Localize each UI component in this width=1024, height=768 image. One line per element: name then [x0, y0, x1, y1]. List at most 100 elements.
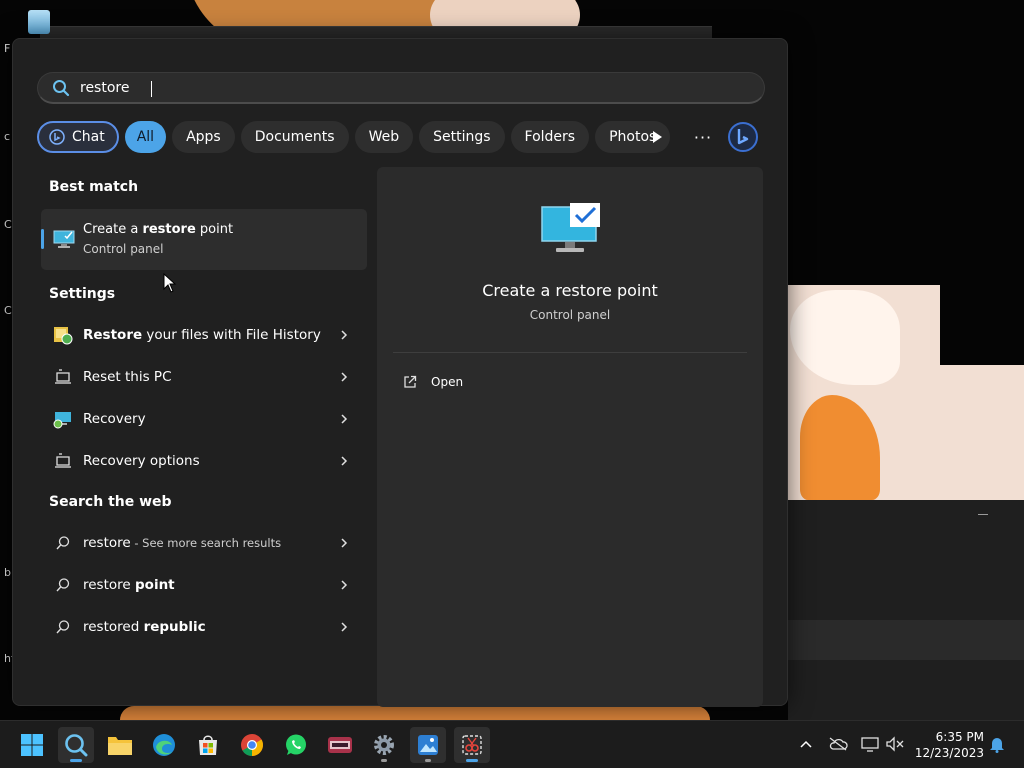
search-filters: Chat All Apps Documents Web Settings Fol…	[37, 120, 676, 154]
search-icon	[53, 533, 73, 553]
settings-item-label: Recovery options	[83, 453, 200, 469]
play-icon	[653, 131, 662, 143]
web-result-item[interactable]: restored republic	[41, 607, 367, 647]
desktop-icon-label: C	[4, 218, 12, 231]
open-external-icon	[404, 375, 417, 388]
more-options-button[interactable]: ···	[689, 123, 717, 151]
recycle-bin-icon[interactable]	[28, 10, 50, 34]
filter-folders[interactable]: Folders	[510, 121, 590, 153]
clock-date: 12/23/2023	[914, 746, 984, 760]
volume-button[interactable]	[884, 733, 906, 755]
selection-indicator	[41, 229, 44, 249]
best-match-heading: Best match	[49, 179, 139, 195]
snipping-tool-button[interactable]	[454, 727, 490, 763]
network-icon	[861, 737, 879, 752]
divider	[393, 352, 747, 353]
whatsapp-button[interactable]	[278, 727, 314, 763]
open-button[interactable]: Open	[403, 371, 463, 393]
preview-subtitle: Control panel	[529, 308, 611, 322]
filter-all[interactable]: All	[124, 121, 167, 153]
onedrive-button[interactable]	[827, 733, 849, 755]
desktop-icon-label: c	[4, 130, 11, 143]
store-button[interactable]	[190, 727, 226, 763]
settings-item-recovery[interactable]: Recovery	[41, 399, 367, 439]
filter-apps[interactable]: Apps	[172, 121, 235, 153]
chevron-right-icon	[341, 414, 348, 424]
search-icon	[53, 575, 73, 595]
photos-icon	[418, 735, 438, 755]
web-result-label: restore - See more search results	[83, 535, 282, 551]
filter-settings[interactable]: Settings	[419, 121, 505, 153]
chevron-right-icon	[341, 456, 348, 466]
settings-item-file-history[interactable]: Restore your files with File History	[41, 315, 367, 355]
chevron-right-icon	[341, 330, 348, 340]
settings-item-label: Restore your files with File History	[83, 327, 321, 343]
web-result-item[interactable]: restore - See more search results	[41, 523, 367, 563]
file-explorer-button[interactable]	[102, 727, 138, 763]
best-match-item[interactable]: Create a restore point Control panel	[41, 209, 367, 270]
search-icon	[53, 617, 73, 637]
chrome-button[interactable]	[234, 727, 270, 763]
wallpaper-art	[120, 706, 710, 720]
store-icon	[199, 735, 217, 755]
game-icon	[328, 737, 352, 753]
bing-icon[interactable]	[727, 121, 759, 153]
mouse-cursor-icon	[163, 273, 177, 293]
search-icon	[65, 734, 88, 757]
chat-label: Chat	[72, 129, 105, 145]
bell-icon	[990, 738, 1004, 753]
chrome-icon	[241, 734, 263, 756]
filter-web[interactable]: Web	[354, 121, 414, 153]
settings-item-label: Reset this PC	[83, 369, 172, 385]
minimize-icon	[978, 514, 988, 515]
notifications-button[interactable]	[986, 733, 1008, 755]
folder-icon	[108, 737, 132, 755]
settings-button[interactable]	[366, 727, 402, 763]
recovery-options-icon	[53, 451, 73, 471]
windows-logo-icon	[21, 734, 43, 756]
clock-time: 6:35 PM	[935, 730, 984, 744]
volume-muted-icon	[886, 736, 904, 752]
chevron-right-icon	[341, 580, 348, 590]
best-match-subtitle: Control panel	[83, 242, 164, 256]
settings-heading: Settings	[49, 286, 116, 302]
computer-check-icon	[53, 230, 75, 248]
taskbar: 6:35 PM 12/23/2023	[0, 720, 1024, 768]
network-button[interactable]	[859, 733, 881, 755]
reset-pc-icon	[53, 367, 73, 387]
start-button[interactable]	[14, 727, 50, 763]
preview-title: Create a restore point	[482, 281, 658, 300]
web-result-label: restored republic	[83, 619, 206, 635]
file-history-icon	[53, 325, 73, 345]
search-icon	[53, 79, 70, 96]
chevron-right-icon	[341, 372, 348, 382]
cloud-off-icon	[829, 737, 848, 751]
wallpaper-art	[940, 285, 1024, 365]
web-result-item[interactable]: restore point	[41, 565, 367, 605]
taskbar-search-button[interactable]	[58, 727, 94, 763]
chevron-right-icon	[341, 538, 348, 548]
text-caret	[151, 81, 152, 97]
settings-item-recovery-options[interactable]: Recovery options	[41, 441, 367, 481]
background-window	[788, 500, 1024, 720]
edge-button[interactable]	[146, 727, 182, 763]
recovery-icon	[53, 409, 73, 429]
computer-check-icon	[541, 203, 600, 252]
search-web-heading: Search the web	[49, 494, 172, 510]
search-box[interactable]	[37, 72, 765, 104]
show-hidden-icons-button[interactable]	[795, 733, 817, 755]
best-match-name: Create a restore point	[83, 222, 234, 237]
more-filters-button[interactable]	[643, 123, 671, 151]
gear-icon	[374, 735, 394, 755]
settings-item-reset-pc[interactable]: Reset this PC	[41, 357, 367, 397]
search-panel: Chat All Apps Documents Web Settings Fol…	[12, 38, 788, 707]
bing-chat-icon	[49, 129, 65, 145]
desktop-icon-label: C	[4, 304, 12, 317]
preview-pane: Create a restore point Control panel Ope…	[377, 167, 763, 707]
taskbar-clock[interactable]: 6:35 PM 12/23/2023	[914, 729, 984, 761]
search-input[interactable]	[80, 79, 680, 96]
filter-documents[interactable]: Documents	[240, 121, 349, 153]
chat-button[interactable]: Chat	[37, 121, 119, 153]
game-app-button[interactable]	[322, 727, 358, 763]
photos-button[interactable]	[410, 727, 446, 763]
